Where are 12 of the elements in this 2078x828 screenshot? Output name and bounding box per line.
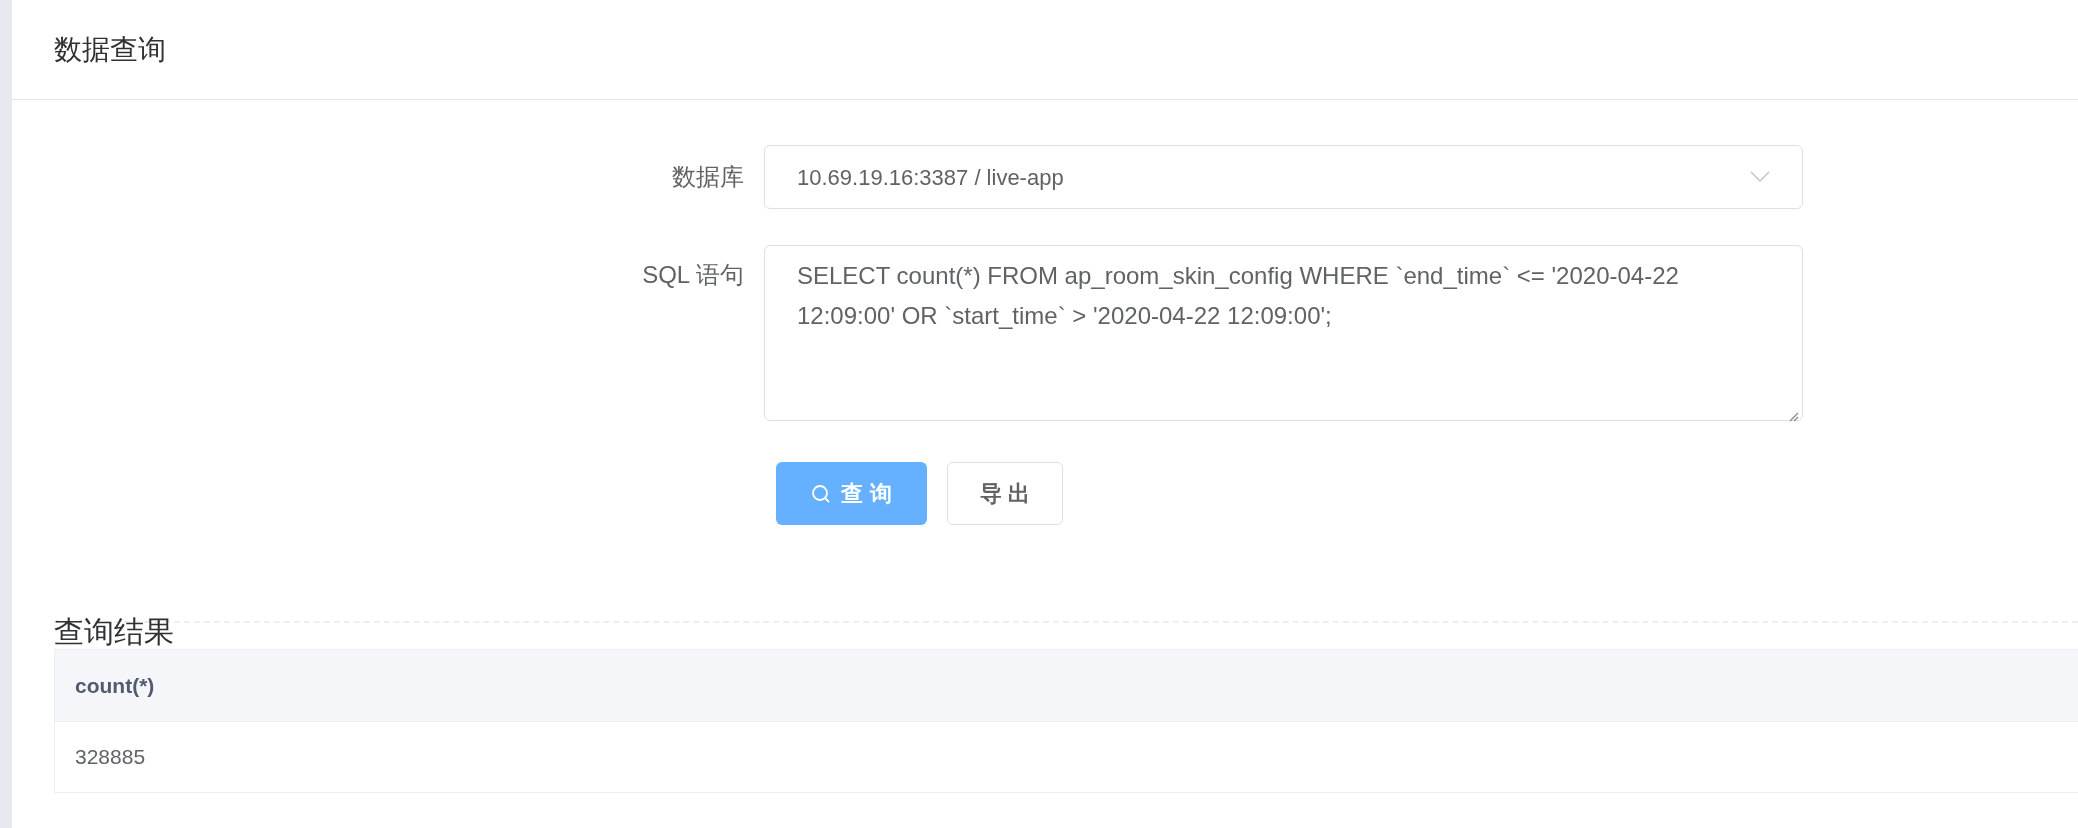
export-button[interactable]: 导 出 <box>947 462 1063 525</box>
chevron-down-icon <box>1750 171 1770 183</box>
field-label: 数据库 <box>671 162 745 192</box>
search-icon <box>811 483 832 504</box>
page-title: 数据查询 <box>54 32 166 67</box>
table-cell-text: 328885 <box>74 744 146 771</box>
section-title: 查询结果 <box>54 615 175 649</box>
resize-handle-icon[interactable] <box>1787 410 1799 422</box>
column-header: count(*) <box>74 672 155 699</box>
database-select[interactable]: 10.69.19.16:3387 / live-app <box>764 145 1803 209</box>
sql-textarea[interactable]: SELECT count(*) FROM ap_room_skin_config WHERE `end_time` <= '2020-04-22 12:09:00' OR `start_time` > '2020-04-22 12:09:00'; <box>764 245 1803 421</box>
field-label: SQL 语句 <box>641 260 745 290</box>
